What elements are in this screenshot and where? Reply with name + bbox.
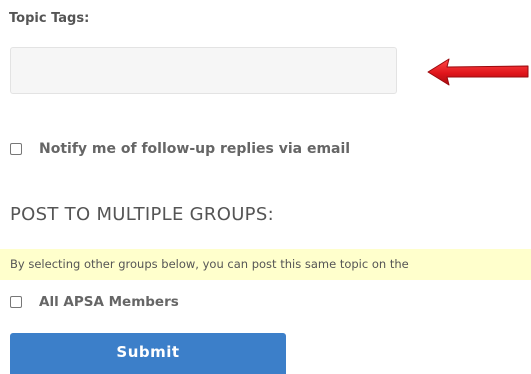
multiple-groups-heading: POST TO MULTIPLE GROUPS: [10, 204, 274, 225]
all-apsa-members-label: All APSA Members [39, 294, 179, 310]
multiple-groups-info-text: By selecting other groups below, you can… [10, 257, 409, 271]
group-option-all-apsa-members[interactable]: All APSA Members [10, 292, 179, 312]
notify-label: Notify me of follow-up replies via email [39, 141, 351, 157]
red-arrow-icon [427, 58, 529, 86]
topic-tags-label: Topic Tags: [9, 11, 90, 26]
all-apsa-members-checkbox[interactable] [10, 296, 22, 308]
notify-row[interactable]: Notify me of follow-up replies via email [10, 138, 350, 160]
topic-tags-input[interactable] [10, 47, 397, 94]
submit-button[interactable]: Submit [10, 333, 286, 374]
multiple-groups-info-bar: By selecting other groups below, you can… [0, 249, 531, 280]
notify-checkbox[interactable] [10, 143, 22, 155]
